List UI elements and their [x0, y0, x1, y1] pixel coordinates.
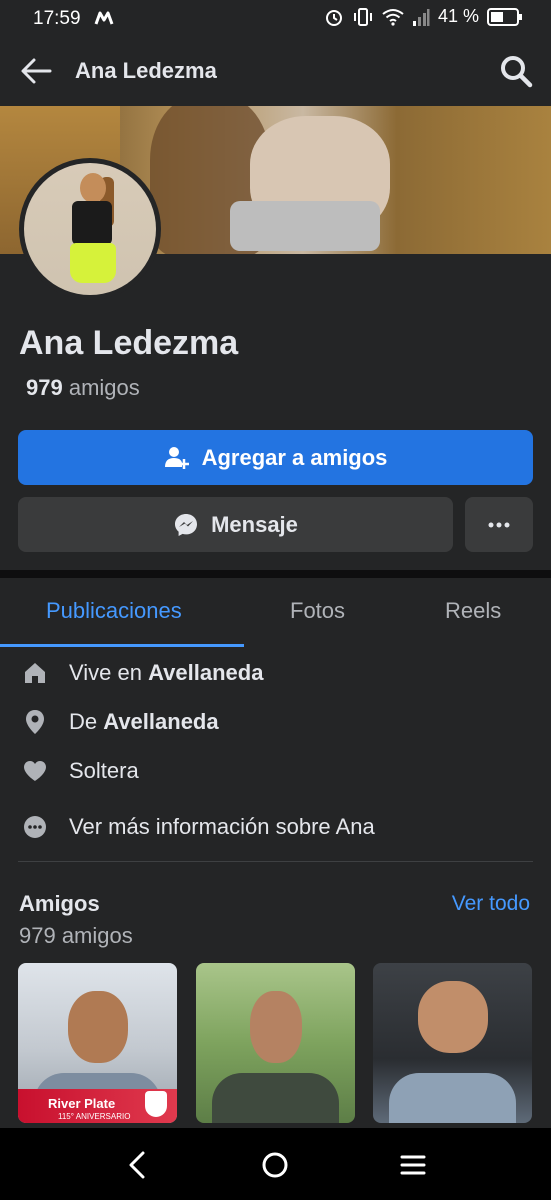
status-icons: 41 % [324, 6, 523, 27]
info-lives-in: Vive en Avellaneda [0, 660, 551, 686]
signal-icon [412, 8, 430, 26]
avatar[interactable] [19, 158, 161, 300]
avatar-skirt [70, 243, 116, 283]
lives-prefix: Vive en [69, 660, 149, 685]
page-title: Ana Ledezma [75, 58, 217, 83]
nav-back-button[interactable] [120, 1148, 154, 1182]
avatar-photo [24, 163, 156, 295]
vibrate-icon [353, 7, 372, 26]
more-info-text[interactable]: Ver más información sobre Ana [69, 814, 375, 840]
friend-photo-face [249, 991, 302, 1063]
carrier-logo-icon [94, 11, 114, 25]
status-bar: 17:59 41 % [0, 0, 551, 36]
club-crest-icon [145, 1091, 167, 1117]
profile-name: Ana Ledezma [19, 324, 239, 362]
message-button[interactable]: Mensaje [18, 497, 453, 552]
search-icon[interactable] [499, 54, 533, 88]
info-from: De Avellaneda [0, 709, 551, 735]
more-info-icon [22, 814, 48, 840]
battery-icon [487, 7, 522, 26]
more-options-button[interactable] [465, 497, 533, 552]
system-nav-bar [0, 1128, 551, 1200]
info-from-text: De Avellaneda [69, 709, 219, 735]
battery-percent: 41 % [437, 6, 479, 26]
messenger-icon [175, 513, 198, 536]
cover-garment [230, 201, 380, 251]
nav-menu-icon [400, 1155, 426, 1175]
nav-home-button[interactable] [258, 1148, 292, 1182]
relationship-text: Soltera [69, 758, 139, 783]
wifi-icon [382, 8, 404, 26]
friends-section-count: 979 amigos [19, 923, 133, 948]
section-divider [0, 570, 551, 578]
heart-icon [22, 758, 48, 784]
friend-photo-shirt [388, 1073, 517, 1123]
friends-section-title: Amigos [19, 891, 100, 916]
active-tab-indicator [0, 644, 244, 647]
alarm-icon [325, 9, 342, 26]
friend-card[interactable] [373, 963, 532, 1123]
tab-reels[interactable]: Reels [445, 598, 501, 624]
friend-photo-face [417, 981, 488, 1053]
banner-subtext: 115° ANIVERSARIO [58, 1112, 131, 1121]
nav-home-icon [262, 1152, 288, 1178]
info-lives-in-text: Vive en Avellaneda [69, 660, 263, 686]
location-pin-icon [22, 709, 48, 735]
profile-tabs: Publicaciones Fotos Reels [0, 578, 551, 649]
friends-count[interactable]: 979 amigos [26, 375, 140, 401]
info-divider [18, 861, 533, 862]
back-arrow-icon[interactable] [18, 54, 54, 88]
status-time: 17:59 [33, 8, 81, 29]
friends-word: amigos [68, 375, 140, 400]
top-bar: Ana Ledezma [0, 36, 551, 106]
add-friend-icon [164, 446, 189, 469]
nav-back-icon [129, 1151, 145, 1179]
friends-number: 979 [26, 375, 63, 400]
friend-photo-shirt [211, 1073, 340, 1123]
about-section: Vive en Avellaneda De Avellaneda Soltera… [0, 648, 551, 1128]
avatar-top [72, 201, 112, 245]
friend-card[interactable] [196, 963, 355, 1123]
more-dots-icon [488, 522, 510, 527]
lives-place: Avellaneda [148, 660, 264, 685]
friend-photo-face [67, 991, 128, 1063]
profile-section: Ana Ledezma 979 amigos Agregar a amigos … [0, 254, 551, 570]
tab-fotos[interactable]: Fotos [290, 598, 345, 624]
friend-card[interactable]: River Plate 115° ANIVERSARIO [18, 963, 177, 1123]
avatar-head [80, 173, 106, 203]
see-all-friends-link[interactable]: Ver todo [452, 892, 530, 916]
info-relationship: Soltera [0, 758, 551, 784]
info-more[interactable]: Ver más información sobre Ana [0, 814, 551, 840]
home-icon [22, 660, 48, 686]
add-friend-button[interactable]: Agregar a amigos [18, 430, 533, 485]
tab-publicaciones[interactable]: Publicaciones [46, 598, 182, 624]
add-friend-label: Agregar a amigos [201, 444, 388, 470]
from-place: Avellaneda [103, 709, 219, 734]
message-label: Mensaje [211, 511, 298, 537]
nav-recents-button[interactable] [396, 1148, 430, 1182]
from-prefix: De [69, 709, 104, 734]
banner-text: River Plate [48, 1096, 116, 1111]
